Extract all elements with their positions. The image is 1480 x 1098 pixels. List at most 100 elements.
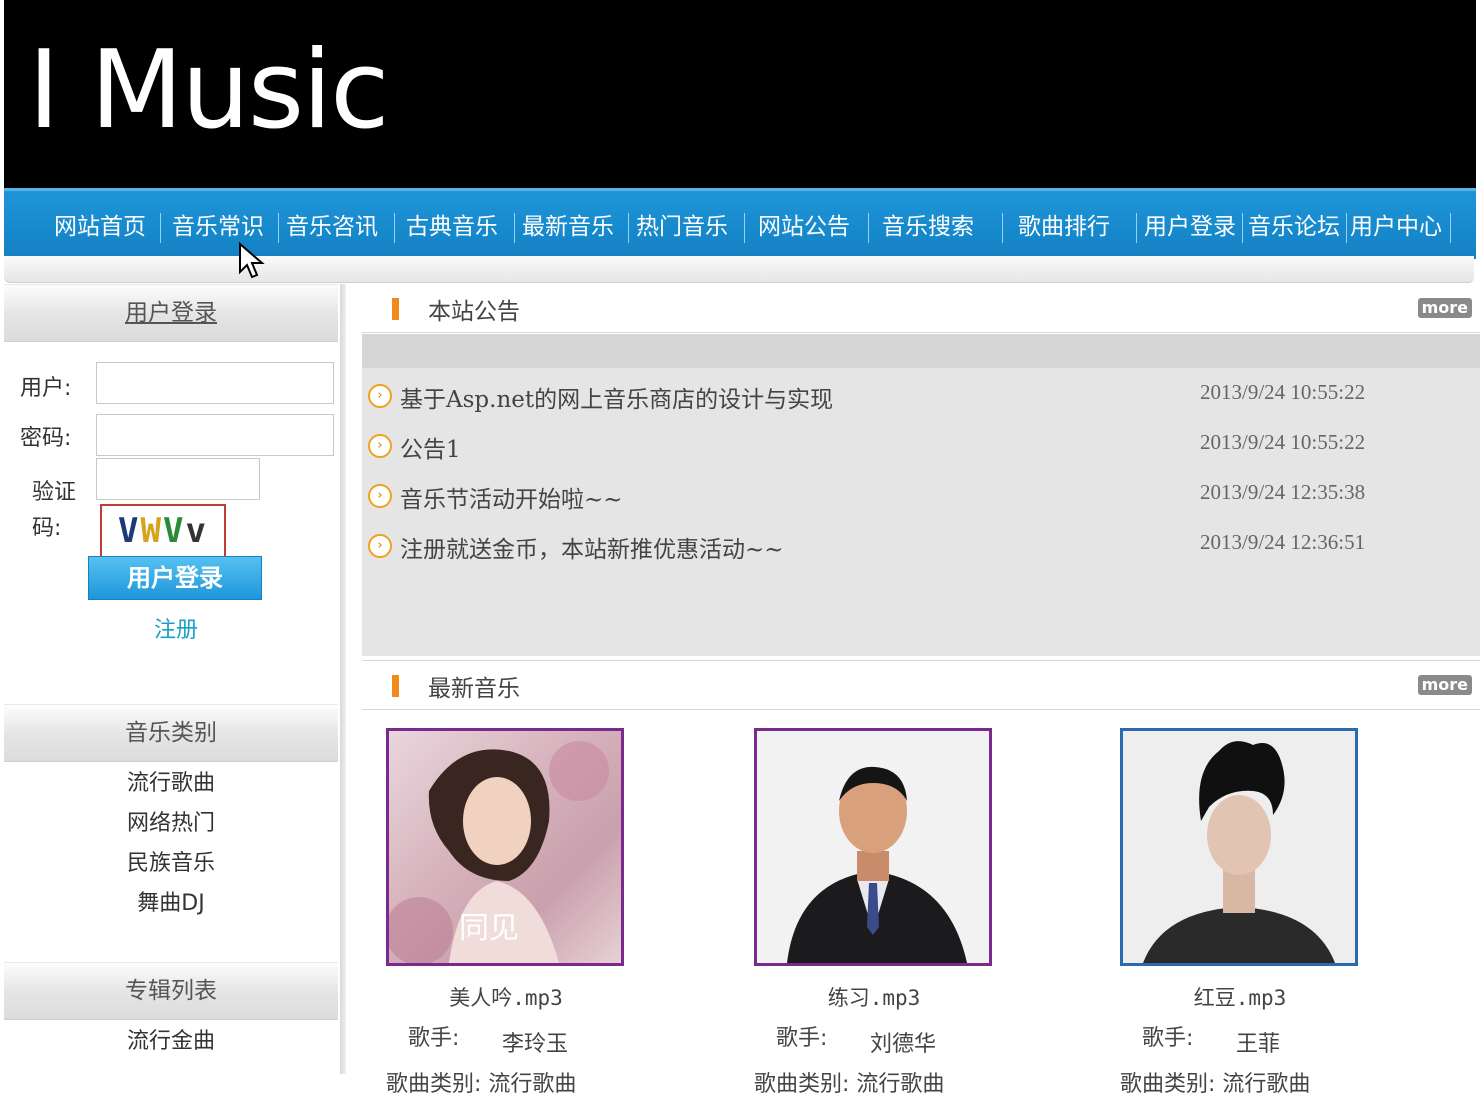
nav-separator <box>1136 213 1137 243</box>
albums-panel-header: 专辑列表 <box>4 962 338 1020</box>
singer-label: 歌手: <box>408 1026 460 1051</box>
singer-name: 王菲 <box>1236 1032 1281 1057</box>
nav-separator <box>278 213 279 243</box>
category-value: 流行歌曲 <box>488 1072 577 1097</box>
captcha-char: V <box>163 511 186 551</box>
nav-separator <box>1002 213 1003 243</box>
notice-title[interactable]: 音乐节活动开始啦~~ <box>400 480 623 514</box>
album-list: 流行金曲 <box>4 1022 338 1062</box>
albums-panel-title: 专辑列表 <box>125 978 217 1004</box>
login-panel-header: 用户登录 <box>4 284 338 342</box>
site-header: I Music <box>4 0 1476 188</box>
latest-music-more-link[interactable]: more <box>1417 675 1472 695</box>
singer-portrait-icon <box>1143 741 1335 963</box>
sidebar: 用户登录 用户: 密码: 验证 码: VWVv 用户登录 注册 音乐类别 流行歌… <box>4 284 338 1074</box>
nav-item-search[interactable]: 音乐搜索 <box>882 210 974 244</box>
nav-item-home[interactable]: 网站首页 <box>54 210 146 244</box>
nav-separator <box>744 213 745 243</box>
column-divider <box>340 284 346 1074</box>
chevron-right-icon: › <box>368 484 392 508</box>
notice-date: 2013/9/24 10:55:22 <box>1200 380 1366 404</box>
album-cover[interactable] <box>754 728 992 966</box>
music-card: 同见 美人吟.mp3 歌手: 李玲玉 歌曲类别: 流行歌曲 <box>386 728 626 1098</box>
nav-item-notices[interactable]: 网站公告 <box>758 210 850 244</box>
music-singer: 歌手: 刘德华 <box>754 1020 994 1060</box>
category-value: 流行歌曲 <box>856 1072 945 1097</box>
nav-item-classical[interactable]: 古典音乐 <box>406 210 498 244</box>
singer-portrait-icon <box>787 766 967 963</box>
notice-title[interactable]: 注册就送金币，本站新推优惠活动~~ <box>400 530 784 564</box>
nav-separator <box>514 213 515 243</box>
register-link[interactable]: 注册 <box>154 612 198 644</box>
nav-item-login[interactable]: 用户登录 <box>1144 210 1236 244</box>
categories-panel-title: 音乐类别 <box>125 720 217 746</box>
captcha-input[interactable] <box>96 458 260 500</box>
notices-more-link[interactable]: more <box>1417 298 1472 318</box>
notice-title[interactable]: 公告1 <box>400 430 461 464</box>
categories-panel-header: 音乐类别 <box>4 704 338 762</box>
music-card: 练习.mp3 歌手: 刘德华 歌曲类别: 流行歌曲 <box>754 728 994 1098</box>
nav-item-music-news[interactable]: 音乐咨讯 <box>286 210 378 244</box>
notices-header: 本站公告 more <box>362 284 1480 333</box>
nav-subbar <box>4 256 1474 283</box>
music-card: 红豆.mp3 歌手: 王菲 歌曲类别: 流行歌曲 <box>1120 728 1360 1098</box>
nav-item-user-center[interactable]: 用户中心 <box>1350 210 1442 244</box>
nav-separator <box>868 213 869 243</box>
album-item[interactable]: 流行金曲 <box>4 1022 338 1062</box>
category-value: 流行歌曲 <box>1222 1072 1311 1097</box>
notice-date: 2013/9/24 12:36:51 <box>1200 530 1366 554</box>
music-category: 歌曲类别: 流行歌曲 <box>754 1066 994 1098</box>
category-item[interactable]: 流行歌曲 <box>4 764 338 804</box>
notice-title[interactable]: 基于Asp.net的网上音乐商店的设计与实现 <box>400 380 833 414</box>
music-file-name[interactable]: 练习.mp3 <box>754 982 994 1012</box>
captcha-label-2: 码: <box>32 516 62 541</box>
notice-date: 2013/9/24 10:55:22 <box>1200 430 1366 454</box>
notice-row: › 公告1 2013/9/24 10:55:22 <box>362 428 1480 472</box>
music-file-name[interactable]: 红豆.mp3 <box>1120 982 1360 1012</box>
notice-date: 2013/9/24 12:35:38 <box>1200 480 1366 504</box>
nav-item-forum[interactable]: 音乐论坛 <box>1248 210 1340 244</box>
chevron-right-icon: › <box>368 534 392 558</box>
category-label: 歌曲类别: <box>1120 1072 1216 1097</box>
password-input[interactable] <box>96 414 334 456</box>
music-singer: 歌手: 李玲玉 <box>386 1020 626 1060</box>
notices-list: › 基于Asp.net的网上音乐商店的设计与实现 2013/9/24 10:55… <box>362 334 1480 656</box>
captcha-image[interactable]: VWVv <box>100 504 226 558</box>
nav-item-ranking[interactable]: 歌曲排行 <box>1018 210 1110 244</box>
section-marker <box>392 298 399 320</box>
category-item[interactable]: 网络热门 <box>4 804 338 844</box>
category-item[interactable]: 舞曲DJ <box>4 884 338 924</box>
latest-music-header: 最新音乐 more <box>362 660 1480 710</box>
nav-item-hot[interactable]: 热门音乐 <box>636 210 728 244</box>
category-list: 流行歌曲 网络热门 民族音乐 舞曲DJ <box>4 764 338 924</box>
singer-label: 歌手: <box>1142 1026 1194 1051</box>
album-cover[interactable]: 同见 <box>386 728 624 966</box>
nav-item-music-tips[interactable]: 音乐常识 <box>172 210 264 244</box>
music-singer: 歌手: 王菲 <box>1120 1020 1360 1060</box>
notice-row: › 基于Asp.net的网上音乐商店的设计与实现 2013/9/24 10:55… <box>362 378 1480 422</box>
captcha-label: 验证 <box>32 480 77 505</box>
notice-row: › 注册就送金币，本站新推优惠活动~~ 2013/9/24 12:36:51 <box>362 528 1480 572</box>
notice-row: › 音乐节活动开始啦~~ 2013/9/24 12:35:38 <box>362 478 1480 522</box>
login-panel-title: 用户登录 <box>125 300 217 326</box>
captcha-char: v <box>185 511 208 551</box>
category-label: 歌曲类别: <box>386 1072 482 1097</box>
category-item[interactable]: 民族音乐 <box>4 844 338 884</box>
singer-name: 刘德华 <box>870 1032 937 1057</box>
login-button[interactable]: 用户登录 <box>88 556 262 600</box>
username-input[interactable] <box>96 362 334 404</box>
section-marker <box>392 675 399 697</box>
album-cover[interactable] <box>1120 728 1358 966</box>
nav-item-latest[interactable]: 最新音乐 <box>522 210 614 244</box>
music-category: 歌曲类别: 流行歌曲 <box>1120 1066 1360 1098</box>
captcha-char: W <box>140 511 163 551</box>
nav-separator <box>394 213 395 243</box>
site-title: I Music <box>28 28 389 153</box>
main-content: 本站公告 more › 基于Asp.net的网上音乐商店的设计与实现 2013/… <box>362 284 1480 1097</box>
latest-music-title: 最新音乐 <box>428 676 520 702</box>
nav-separator <box>1242 213 1243 243</box>
music-file-name[interactable]: 美人吟.mp3 <box>386 982 626 1012</box>
notices-strip <box>362 334 1480 368</box>
nav-separator <box>1346 213 1347 243</box>
nav-separator <box>628 213 629 243</box>
